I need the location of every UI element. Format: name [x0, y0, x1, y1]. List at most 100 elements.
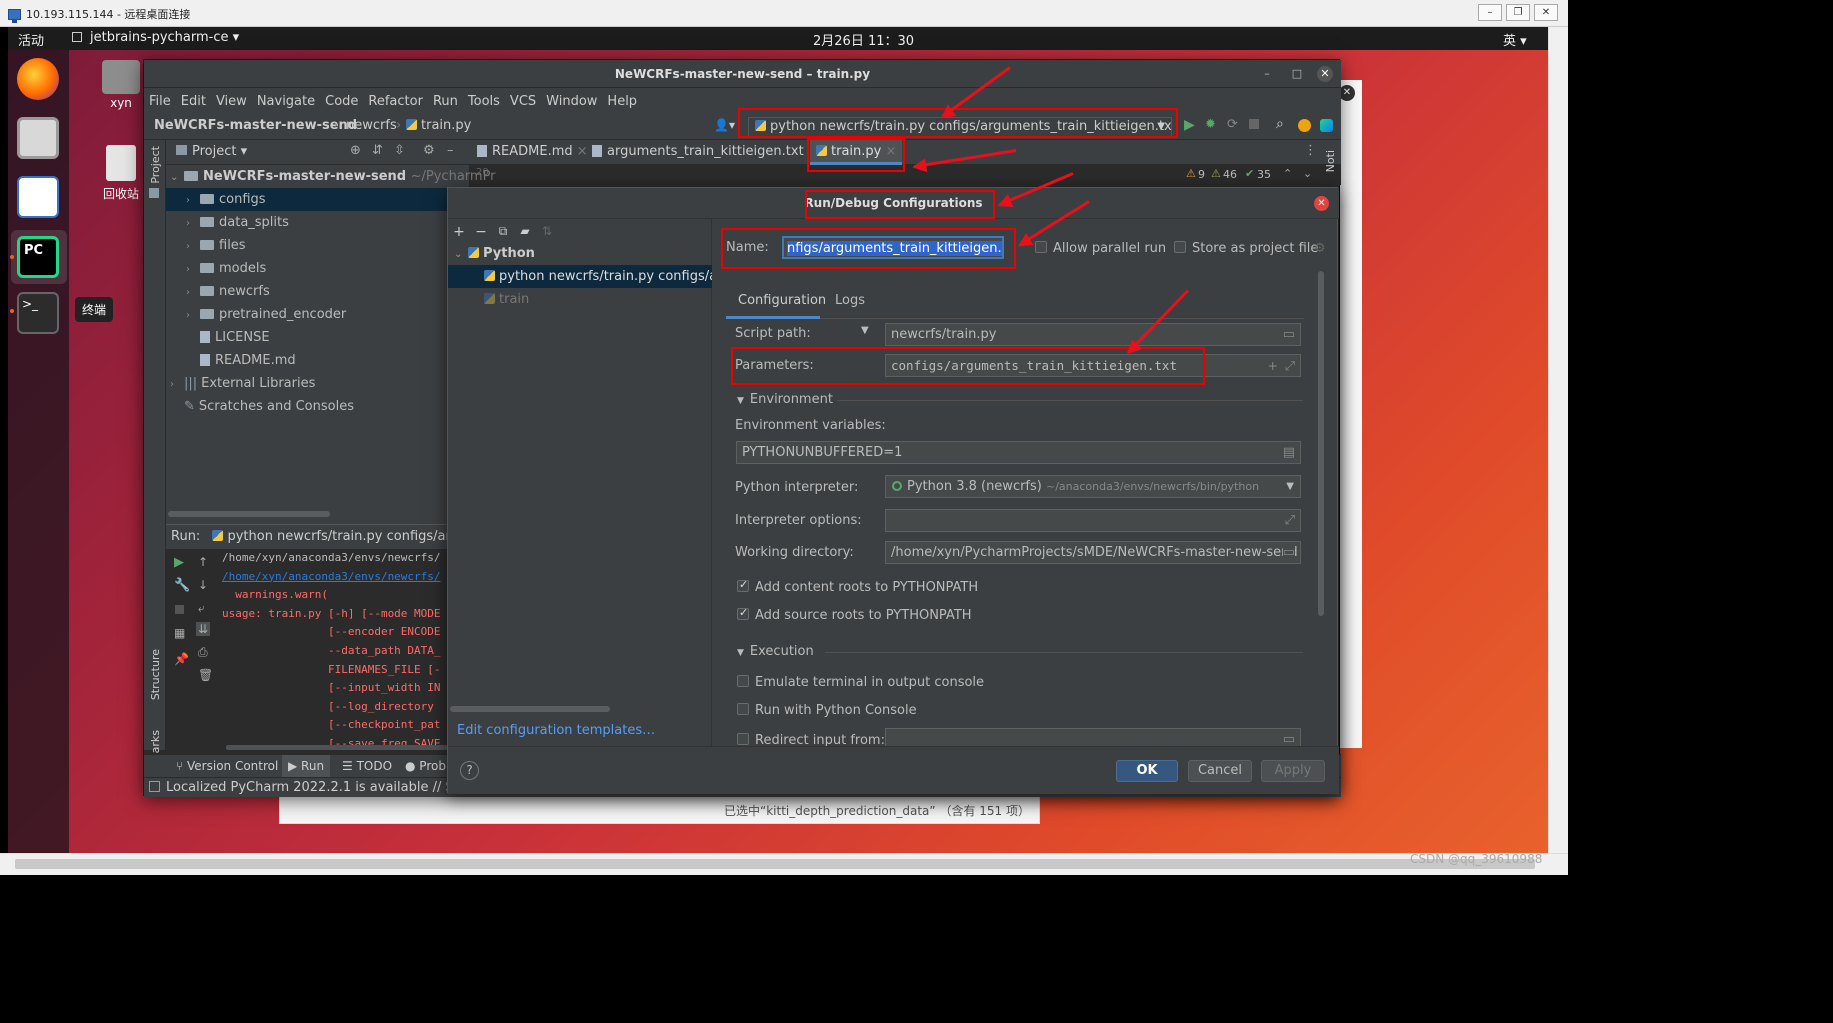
warning-icon[interactable]: ⚠	[1186, 167, 1196, 180]
menu-navigate[interactable]: Navigate	[257, 94, 315, 109]
tree-item-newcrfs[interactable]: › newcrfs	[166, 280, 469, 303]
edit-templates-link[interactable]: Edit configuration templates…	[457, 723, 655, 738]
chevron-down-icon[interactable]: ▼	[861, 325, 869, 336]
menu-view[interactable]: View	[216, 94, 247, 109]
execution-section[interactable]: ▼ Execution	[737, 644, 814, 659]
files-icon[interactable]	[17, 117, 59, 159]
add-content-roots-checkbox[interactable]: Add content roots to PYTHONPATH	[737, 578, 978, 595]
emulate-terminal-checkbox[interactable]: Emulate terminal in output console	[737, 675, 984, 690]
console-link[interactable]: /home/xyn/anaconda3/envs/newcrfs/	[222, 568, 469, 587]
gear-icon[interactable]: ⚙	[1314, 241, 1326, 256]
breadcrumb-folder[interactable]: newcrfs	[346, 118, 397, 133]
firefox-icon[interactable]	[17, 58, 59, 100]
stop-icon[interactable]	[175, 605, 184, 614]
scroll-to-end-icon[interactable]: ⇊	[196, 622, 211, 636]
debug-icon[interactable]: ✹	[1205, 117, 1216, 132]
tab-configuration[interactable]: Configuration	[738, 293, 826, 308]
close-icon[interactable]: ✕	[1314, 196, 1329, 211]
search-icon[interactable]: ⌕	[1276, 116, 1284, 132]
interp-options-input[interactable]: ⤢	[885, 509, 1301, 532]
clock[interactable]: 2月26日 11：30	[813, 30, 914, 49]
add-macro-icon[interactable]: +	[1268, 355, 1278, 376]
run-with-console-checkbox[interactable]: Run with Python Console	[737, 703, 917, 718]
config-item-selected[interactable]: python newcrfs/train.py configs/arg	[448, 265, 712, 288]
help-button[interactable]: ?	[460, 761, 479, 780]
next-highlight-icon[interactable]: ⌄	[1303, 167, 1312, 180]
more-tabs-icon[interactable]: ⋮	[1304, 143, 1317, 158]
folder-icon[interactable]: ▰	[516, 224, 534, 238]
trash[interactable]: 回收站	[91, 145, 151, 202]
rdp-horizontal-scrollbar[interactable]	[0, 853, 1568, 875]
browse-folder-icon[interactable]: ▭	[1283, 729, 1295, 746]
browse-folder-icon[interactable]: ▭	[1283, 324, 1295, 345]
add-source-roots-checkbox[interactable]: Add source roots to PYTHONPATH	[737, 606, 972, 623]
trash-icon[interactable]: 🗑	[198, 668, 213, 682]
tree-item-license[interactable]: LICENSE	[166, 326, 469, 349]
copy-icon[interactable]: ⧉	[494, 224, 512, 239]
menu-run[interactable]: Run	[433, 94, 458, 109]
print-icon[interactable]: ⎙	[198, 645, 208, 660]
activities-button[interactable]: 活动	[18, 30, 44, 49]
pin-icon[interactable]: 📌	[174, 652, 189, 666]
update-icon[interactable]	[1298, 119, 1311, 132]
cancel-button[interactable]: Cancel	[1188, 760, 1252, 782]
config-group-python[interactable]: ⌄ Python	[448, 242, 712, 265]
vertical-scrollbar[interactable]	[1318, 271, 1324, 616]
rdp-restore-button[interactable]: ❐	[1506, 4, 1530, 21]
remove-icon[interactable]: −	[472, 224, 490, 240]
menu-vcs[interactable]: VCS	[510, 94, 536, 109]
ide-close-button[interactable]: ✕	[1317, 66, 1333, 82]
config-item-train[interactable]: train	[448, 288, 712, 311]
notifications-tool-tab[interactable]: Noti	[1324, 150, 1337, 172]
tab-logs[interactable]: Logs	[835, 293, 865, 308]
menu-file[interactable]: File	[149, 94, 171, 109]
app-menu[interactable]: jetbrains-pycharm-ce ▾	[90, 30, 239, 45]
menu-window[interactable]: Window	[546, 94, 597, 109]
rdp-minimize-button[interactable]: –	[1478, 4, 1502, 21]
run-icon[interactable]: ▶	[1184, 117, 1195, 133]
allow-parallel-checkbox[interactable]: Allow parallel run	[1035, 241, 1166, 256]
problems-tab[interactable]: ● Probl	[405, 759, 449, 773]
pycharm-icon[interactable]: PC	[17, 236, 59, 278]
tree-item-configs[interactable]: › configs	[166, 188, 469, 211]
run-console[interactable]: /home/xyn/anaconda3/envs/newcrfs/ /home/x…	[222, 549, 469, 749]
workdir-input[interactable]: /home/xyn/PycharmProjects/sMDE/NeWCRFs-m…	[885, 541, 1301, 564]
jetbrains-icon[interactable]	[1320, 119, 1333, 132]
add-icon[interactable]: +	[450, 224, 468, 240]
store-project-checkbox[interactable]: Store as project file	[1174, 241, 1318, 256]
tab-readme[interactable]: README.md ×	[471, 140, 594, 165]
wrench-icon[interactable]: 🔧	[174, 578, 190, 593]
horizontal-scrollbar[interactable]	[450, 706, 610, 712]
tree-item-data-splits[interactable]: › data_splits	[166, 211, 469, 234]
background-window-close-icon[interactable]: ✕	[1339, 85, 1355, 101]
scrollbar-thumb[interactable]	[15, 859, 1535, 869]
project-tool-tab[interactable]: Project	[149, 146, 162, 184]
environment-section[interactable]: ▼ Environment	[737, 392, 833, 407]
breadcrumb-file[interactable]: train.py	[406, 118, 471, 133]
menu-code[interactable]: Code	[325, 94, 358, 109]
expand-icon[interactable]: ⤢	[1285, 355, 1295, 376]
libreoffice-writer-icon[interactable]	[17, 176, 59, 218]
tree-item-scratches[interactable]: ✎ Scratches and Consoles	[166, 395, 469, 418]
locate-icon[interactable]: ⊕	[350, 143, 361, 158]
menu-edit[interactable]: Edit	[181, 94, 206, 109]
env-vars-input[interactable]: PYTHONUNBUFFERED=1 ▤	[736, 441, 1301, 464]
coverage-icon[interactable]: ⟳	[1227, 117, 1238, 132]
structure-tool-tab[interactable]: Structure	[149, 649, 162, 700]
collapse-all-icon[interactable]: ⇳	[394, 143, 405, 158]
interpreter-select[interactable]: Python 3.8 (newcrfs) ~/anaconda3/envs/ne…	[885, 475, 1301, 498]
run-config-tab[interactable]: python newcrfs/train.py configs/arg	[227, 529, 458, 544]
horizontal-scrollbar[interactable]	[168, 511, 330, 517]
run-tab[interactable]: ▶ Run	[282, 755, 331, 777]
browse-folder-icon[interactable]: ▭	[1282, 542, 1295, 563]
status-toggle-icon[interactable]	[149, 781, 160, 792]
menu-refactor[interactable]: Refactor	[368, 94, 423, 109]
expand-all-icon[interactable]: ⇵	[372, 143, 383, 158]
ide-minimize-button[interactable]: –	[1258, 66, 1276, 82]
terminal-icon[interactable]: >_	[17, 292, 59, 334]
home-folder[interactable]: xyn	[91, 60, 151, 110]
ide-maximize-button[interactable]: □	[1288, 66, 1306, 82]
project-view-selector[interactable]: Project ▾	[176, 144, 247, 159]
previous-highlight-icon[interactable]: ⌃	[1283, 167, 1292, 180]
check-icon[interactable]: ✔	[1245, 167, 1254, 180]
